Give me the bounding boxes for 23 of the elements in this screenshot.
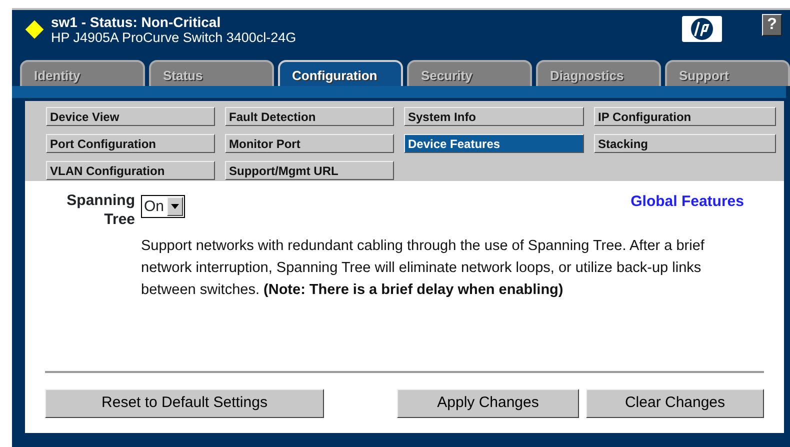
nav-button[interactable]: Support/Mgmt URL — [225, 161, 394, 180]
logo-icon — [682, 16, 722, 42]
field-label: Spanning Tree — [66, 191, 135, 229]
nav-button[interactable]: IP Configuration — [594, 107, 776, 126]
action-button[interactable]: Reset to Default Settings — [45, 389, 324, 418]
nav-button[interactable]: Fault Detection — [225, 107, 394, 126]
action-button[interactable]: Apply Changes — [397, 389, 579, 418]
nav-button[interactable]: VLAN Configuration — [46, 161, 215, 180]
nav-button[interactable]: Stacking — [594, 134, 776, 153]
status-title: sw1 - Status: Non-Critical — [51, 14, 222, 30]
nav-button[interactable]: Device Features — [404, 134, 584, 153]
action-button[interactable]: Clear Changes — [586, 389, 764, 418]
caret-icon — [171, 204, 180, 209]
section-heading: Global Features — [630, 192, 744, 212]
nav-button[interactable]: Device View — [46, 107, 215, 126]
nav-button[interactable]: Monitor Port — [225, 134, 394, 153]
tab[interactable]: Configuration — [278, 60, 403, 86]
dropdown[interactable]: On — [141, 195, 186, 218]
help-button[interactable]: ? — [762, 14, 782, 36]
device-model: HP J4905A ProCurve Switch 3400cl-24G — [51, 30, 296, 46]
nav-button[interactable]: System Info — [404, 107, 584, 126]
description: Support networks with redundant cabling through the use of Spanning Tree. After a brief network interruption, Spanning Tree will eliminate network loops, or utilize back-up links between switches. (Note: There is a brief delay when enabling) — [141, 237, 706, 300]
nav-button[interactable]: Port Configuration — [46, 134, 215, 153]
